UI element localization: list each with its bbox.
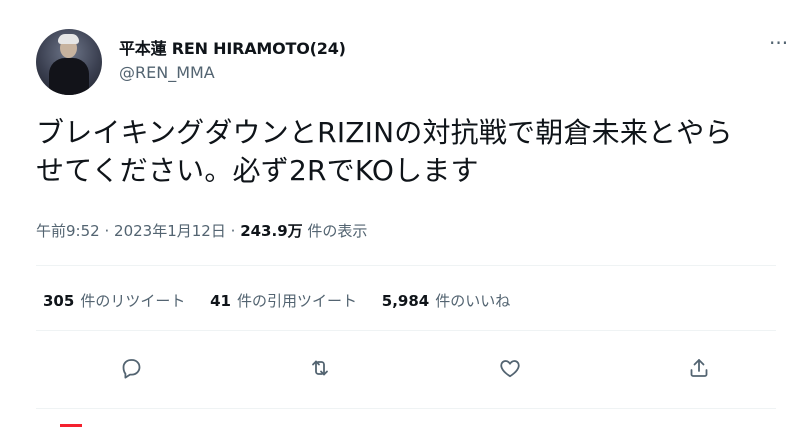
avatar[interactable] — [36, 29, 102, 95]
tweet-card: 平本蓮 REN HIRAMOTO(24) @REN_MMA ··· ブレイキング… — [0, 0, 800, 427]
tweet-text-line: ブレイキングダウンとRIZINの対抗戦で朝倉未来とやら — [36, 116, 733, 149]
tweet-text: ブレイキングダウンとRIZINの対抗戦で朝倉未来とやら せてください。必ず2Rで… — [36, 114, 776, 190]
tweet-stats: 305 件のリツイート 41 件の引用ツイート 5,984 件のいいね — [43, 290, 530, 311]
retweet-count: 305 — [43, 292, 75, 310]
tweet-meta: 午前9:52 · 2023年1月12日 · 243.9万 件の表示 — [36, 220, 367, 241]
quote-count: 41 — [210, 292, 231, 310]
share-icon — [690, 359, 708, 377]
quote-stat[interactable]: 41 件の引用ツイート — [210, 290, 357, 311]
avatar-body — [49, 58, 89, 95]
more-icon[interactable]: ··· — [769, 33, 788, 53]
divider — [36, 330, 776, 331]
action-bar — [0, 350, 800, 386]
divider — [36, 408, 776, 409]
retweet-label: 件のリツイート — [80, 292, 186, 310]
tweet-text-line: せてください。必ず2RでKOします — [36, 154, 479, 187]
meta-separator: · — [230, 222, 236, 240]
reply-icon — [122, 359, 141, 379]
tweet-date[interactable]: 2023年1月12日 — [114, 222, 226, 240]
author-handle[interactable]: @REN_MMA — [119, 63, 215, 82]
view-label: 件の表示 — [307, 222, 368, 240]
retweet-stat[interactable]: 305 件のリツイート — [43, 290, 185, 311]
tweet-time[interactable]: 午前9:52 — [36, 222, 100, 240]
view-count: 243.9万 — [240, 222, 303, 240]
like-stat[interactable]: 5,984 件のいいね — [382, 290, 510, 311]
quote-label: 件の引用ツイート — [236, 292, 357, 310]
like-label: 件のいいね — [435, 292, 511, 310]
divider — [36, 265, 776, 266]
like-icon — [500, 360, 520, 378]
reply-button[interactable] — [113, 350, 149, 386]
like-button[interactable] — [492, 350, 528, 386]
retweet-icon — [312, 360, 328, 376]
share-button[interactable] — [681, 350, 717, 386]
retweet-button[interactable] — [302, 350, 338, 386]
avatar-hair — [58, 34, 79, 44]
author-display-name[interactable]: 平本蓮 REN HIRAMOTO(24) — [119, 35, 346, 59]
like-count: 5,984 — [381, 292, 430, 310]
meta-separator: · — [104, 222, 110, 240]
